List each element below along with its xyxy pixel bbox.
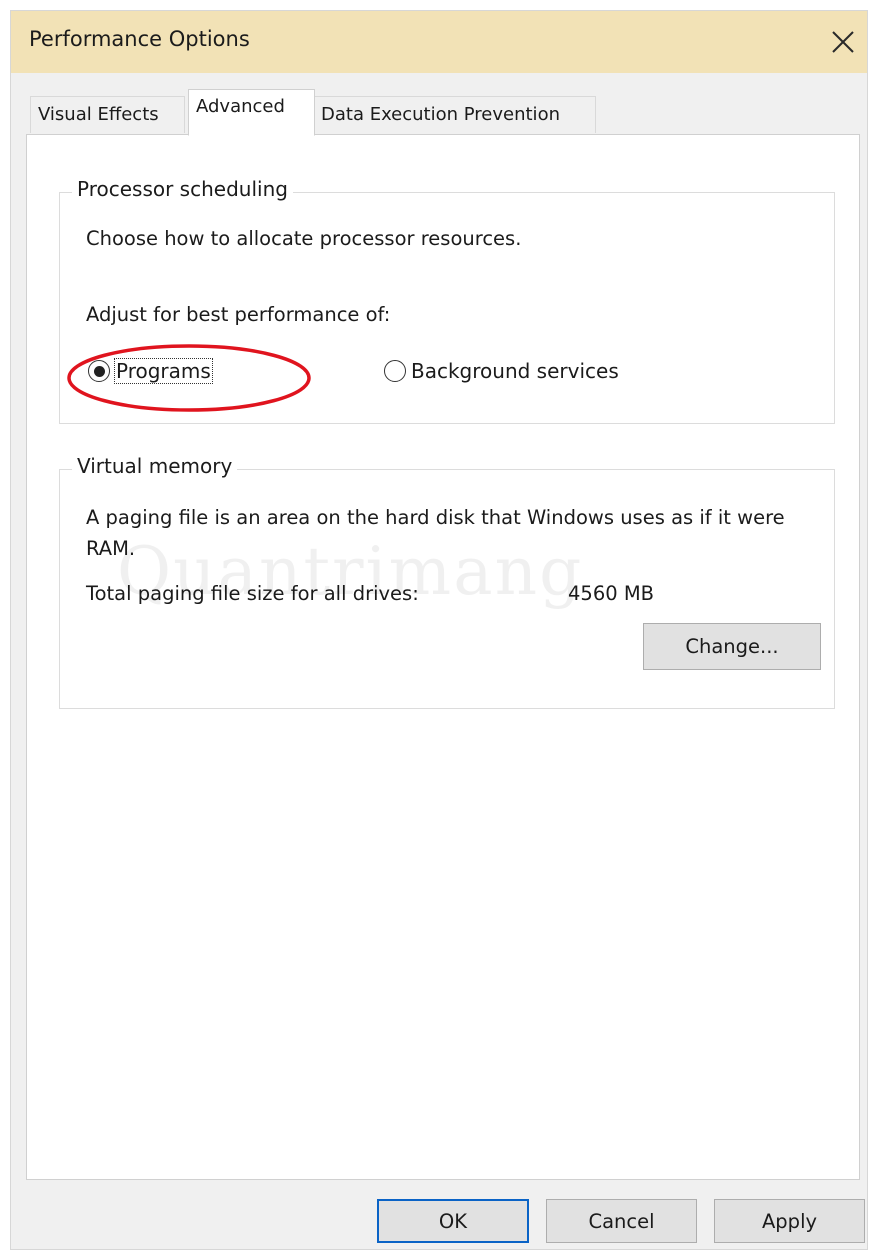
background-services-radio[interactable]: Background services [384, 359, 619, 383]
cancel-button[interactable]: Cancel [546, 1199, 697, 1243]
apply-button[interactable]: Apply [714, 1199, 865, 1243]
tab-data-execution-prevention[interactable]: Data Execution Prevention [313, 96, 596, 133]
window-title: Performance Options [29, 27, 250, 51]
processor-description: Choose how to allocate processor resourc… [86, 227, 522, 250]
background-services-label[interactable]: Background services [411, 359, 619, 383]
close-icon [832, 31, 854, 53]
processor-scheduling-group: Processor scheduling Choose how to alloc… [59, 177, 835, 424]
title-bar: Performance Options [11, 11, 867, 73]
virtual-memory-legend: Virtual memory [72, 454, 238, 478]
performance-options-dialog: Performance Options Visual Effects Advan… [10, 10, 868, 1250]
total-paging-value: 4560 MB [568, 582, 655, 605]
tab-advanced[interactable]: Advanced [188, 89, 315, 136]
virtual-memory-group: Virtual memory A paging file is an area … [59, 454, 835, 709]
programs-radio-button[interactable] [88, 360, 110, 382]
processor-scheduling-legend: Processor scheduling [72, 177, 293, 201]
programs-label[interactable]: Programs [114, 358, 213, 384]
virtual-memory-description: A paging file is an area on the hard dis… [86, 506, 785, 560]
radio-selected-dot [93, 365, 105, 377]
programs-radio[interactable]: Programs [88, 358, 213, 384]
tab-visual-effects[interactable]: Visual Effects [30, 96, 185, 133]
advanced-tab-panel: Processor scheduling Choose how to alloc… [26, 134, 860, 1180]
change-button-label: Change... [685, 635, 779, 658]
ok-button[interactable]: OK [377, 1199, 529, 1243]
close-button[interactable] [819, 11, 867, 73]
background-services-radio-button[interactable] [384, 360, 406, 382]
total-paging-label: Total paging file size for all drives: [86, 582, 419, 605]
adjust-for-label: Adjust for best performance of: [86, 303, 391, 326]
change-button[interactable]: Change... [643, 623, 821, 670]
